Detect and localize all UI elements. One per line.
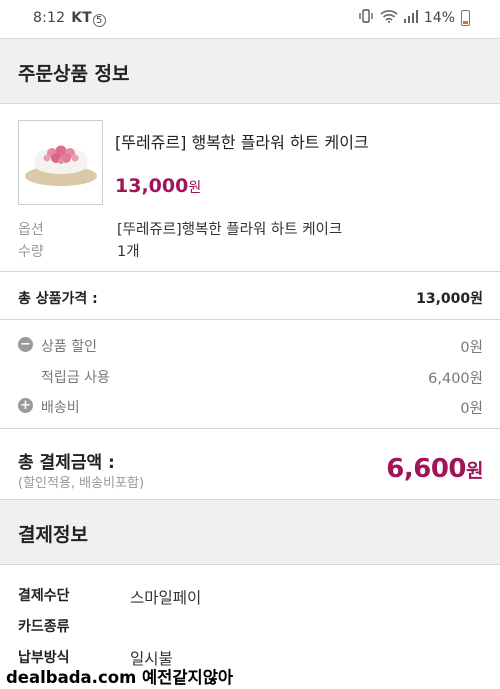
status-carrier: KT [71, 10, 92, 26]
vibrate-icon [358, 8, 374, 28]
quantity-value: 1개 [117, 244, 140, 260]
quantity-label: 수량 [18, 244, 44, 260]
option-label: 옵션 [18, 222, 44, 238]
product-price-unit: 원 [188, 180, 202, 196]
plus-circle-icon[interactable]: + [18, 398, 33, 413]
shipping-value: 0원 [460, 401, 483, 417]
shipping-label: 배송비 [41, 400, 80, 416]
status-bar: 8:12 KT 5 14% [0, 0, 500, 36]
total-product-label: 총 상품가격 : [18, 291, 98, 307]
divider [0, 319, 500, 320]
option-value: [뚜레쥬르]행복한 플라워 하트 케이크 [117, 222, 343, 238]
discount-label: 상품 할인 [41, 339, 97, 355]
product-thumbnail[interactable] [18, 120, 103, 205]
payment-total-amount: 6,600원 [386, 454, 483, 484]
carrier-badge-icon: 5 [92, 13, 106, 27]
payment-method-value: 스마일페이 [130, 589, 202, 607]
payment-total-label: 총 결제금액 : [18, 453, 115, 473]
divider [0, 428, 500, 429]
points-value: 6,400원 [428, 371, 483, 387]
signal-icon [403, 9, 418, 27]
cake-image-icon [25, 145, 97, 186]
divider [0, 271, 500, 272]
order-section-title: 주문상품 정보 [18, 63, 130, 85]
discount-value: 0원 [460, 340, 483, 356]
wifi-icon [380, 9, 398, 27]
payment-info-title: 결제정보 [18, 524, 88, 546]
payment-total-unit: 원 [466, 460, 483, 482]
card-type-label: 카드종류 [18, 619, 70, 635]
payment-method-label: 결제수단 [18, 588, 70, 604]
product-name[interactable]: [뚜레쥬르] 행복한 플라워 하트 케이크 [115, 129, 369, 153]
minus-circle-icon[interactable]: − [18, 337, 33, 352]
points-label: 적립금 사용 [41, 370, 110, 386]
payment-total-number: 6,600 [386, 454, 467, 484]
battery-icon [461, 10, 470, 26]
product-price: 13,000원 [115, 175, 201, 197]
payment-total-sub: (할인적용, 배송비포함) [18, 476, 145, 491]
total-product-value: 13,000원 [416, 291, 483, 307]
product-price-amount: 13,000 [115, 175, 189, 197]
battery-percent: 14% [423, 10, 455, 26]
watermark: dealbada.com 예전같지않아 [6, 668, 234, 687]
status-time: 8:12 [33, 10, 66, 26]
